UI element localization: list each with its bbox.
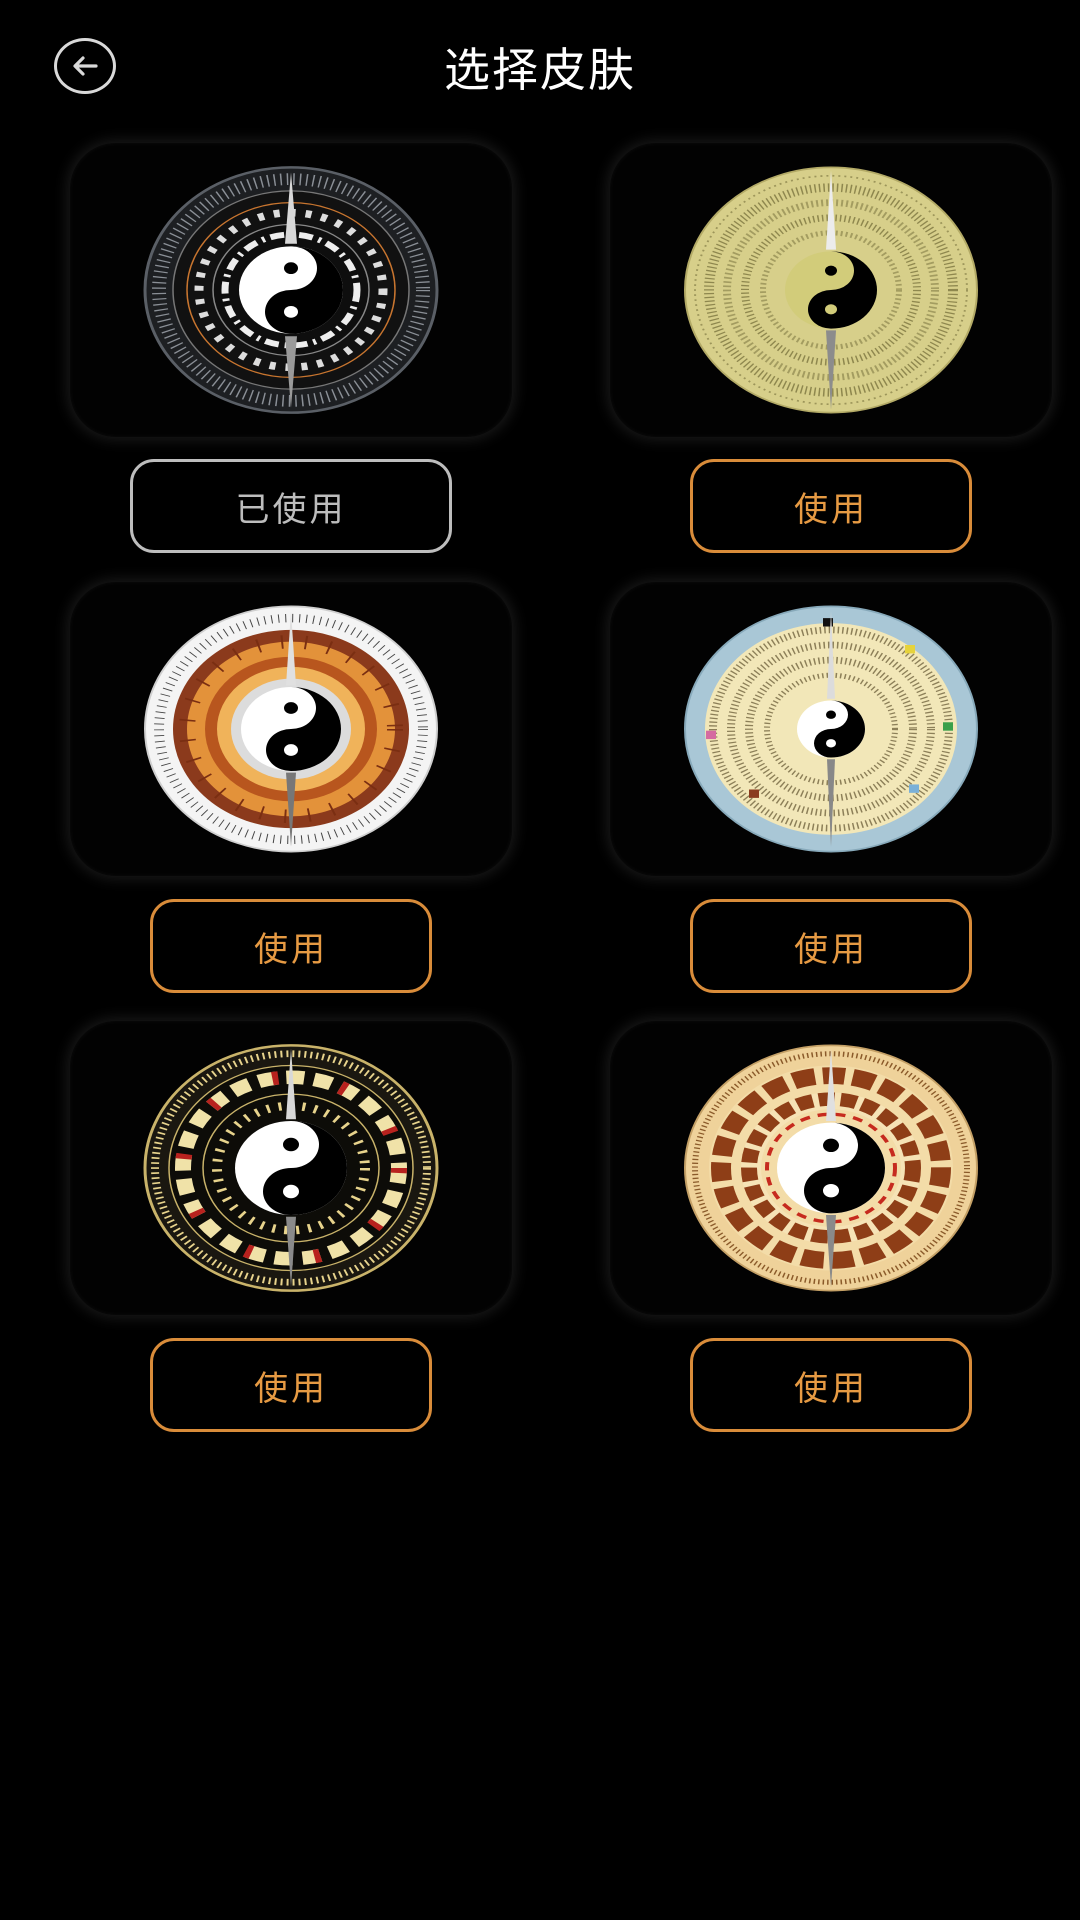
compass-blue-cream-icon xyxy=(684,605,978,853)
skin-use-button-amber-brown[interactable]: 使用 xyxy=(690,1338,972,1432)
compass-amber-brown-icon xyxy=(684,1044,978,1292)
compass-black-steel-icon xyxy=(143,166,439,414)
compass-olive-gold-icon xyxy=(684,166,978,414)
skin-card-amber-brown[interactable] xyxy=(610,1021,1052,1315)
skin-card-olive-gold[interactable] xyxy=(610,143,1052,437)
skin-use-button-black-steel[interactable]: 已使用 xyxy=(130,459,452,553)
skin-card-black-gold[interactable] xyxy=(70,1021,512,1315)
skin-use-button-blue-cream[interactable]: 使用 xyxy=(690,899,972,993)
skin-card-black-steel[interactable] xyxy=(70,143,512,437)
skin-use-button-olive-gold[interactable]: 使用 xyxy=(690,459,972,553)
page-title: 选择皮肤 xyxy=(444,43,636,97)
compass-black-gold-icon xyxy=(143,1044,439,1292)
skin-use-button-black-gold[interactable]: 使用 xyxy=(150,1338,432,1432)
skin-use-button-white-orange[interactable]: 使用 xyxy=(150,899,432,993)
skin-card-blue-cream[interactable] xyxy=(610,582,1052,876)
header: 选择皮肤 xyxy=(0,0,1080,130)
compass-white-orange-icon xyxy=(144,605,438,853)
skin-card-white-orange[interactable] xyxy=(70,582,512,876)
